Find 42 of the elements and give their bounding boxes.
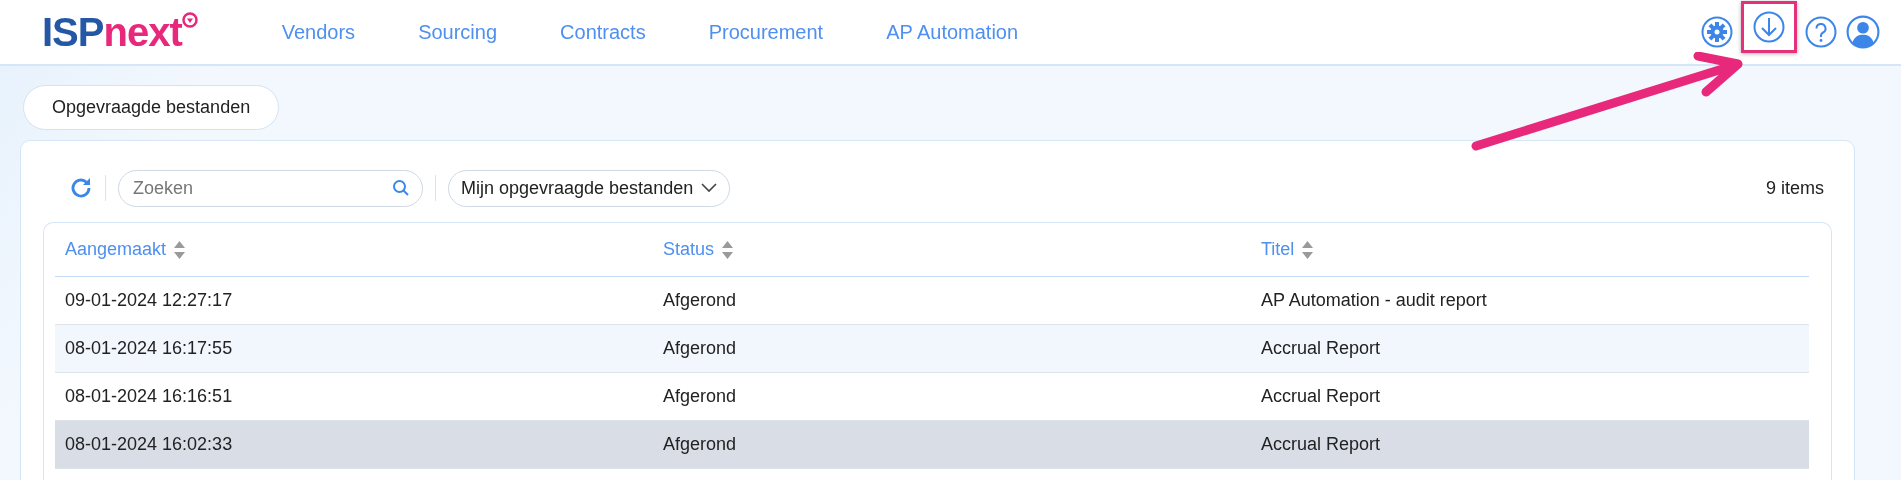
chevron-icon — [701, 183, 718, 193]
table-cell-text: 09-01-2024 12:27:17 — [64, 290, 234, 311]
table-cell-text: 08-01-2024 16:16:51 — [64, 386, 234, 407]
table-cell-text: 08-01-2024 16:02:33 — [64, 434, 234, 455]
logo-text: next — [103, 9, 182, 55]
table-row[interactable]: 08-01-2024 16:17:55 Afgerond Accrual Report — [55, 325, 1809, 373]
search-icon — [392, 179, 410, 197]
column-header[interactable]: Status — [653, 239, 1251, 260]
table-cell-text: AP Automation - audit report — [1260, 290, 1488, 311]
table-cell-text: Afgerond — [662, 386, 738, 407]
sort-icon — [1302, 240, 1314, 259]
nav-link[interactable]: Sourcing — [418, 20, 498, 44]
column-header[interactable]: Titel — [1251, 239, 1809, 260]
download-button[interactable] — [1741, 1, 1797, 53]
nav-link[interactable]: Contracts — [560, 20, 646, 44]
settings-icon — [1701, 16, 1733, 48]
page-tab[interactable]: Opgevraagde bestanden — [23, 85, 280, 130]
table-cell-text: Accrual Report — [1260, 434, 1382, 455]
user-button[interactable] — [1845, 14, 1881, 50]
refresh-icon[interactable] — [69, 176, 93, 200]
nav-link[interactable]: Procurement — [708, 20, 824, 44]
table-cell-text: Afgerond — [662, 434, 738, 455]
table-row[interactable]: 08-01-2024 16:02:33 Afgerond Accrual Report — [55, 421, 1809, 469]
help-button[interactable] — [1803, 14, 1839, 50]
table-cell-text: Afgerond — [662, 338, 738, 359]
nav-link[interactable]: Vendors — [281, 20, 356, 44]
sort-icon — [722, 240, 734, 259]
download-icon — [1753, 11, 1785, 43]
table-cell-text: Accrual Report — [1260, 386, 1382, 407]
sort-icon — [174, 240, 186, 259]
user-icon — [1846, 15, 1880, 49]
filter-dropdown[interactable]: Mijn opgevraagde bestanden — [448, 169, 731, 207]
settings-button[interactable] — [1699, 14, 1735, 50]
logo-icon — [181, 11, 198, 28]
table-cell-text: Accrual Report — [1260, 338, 1382, 359]
item-count: 9 items — [1765, 177, 1825, 199]
table-cell-text: Afgerond — [662, 290, 738, 311]
help-icon — [1805, 16, 1837, 48]
logo-text: ISP — [42, 9, 104, 55]
column-header[interactable]: Aangemaakt — [55, 239, 653, 260]
nav-link[interactable]: AP Automation — [886, 20, 1019, 44]
table-cell-text: 08-01-2024 16:17:55 — [64, 338, 234, 359]
